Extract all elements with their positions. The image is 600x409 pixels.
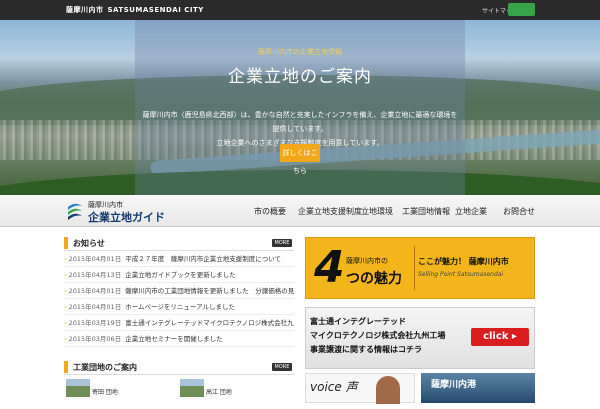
city-name-jp: 薩摩川内市 [66, 6, 104, 14]
news-heading-text: お知らせ [73, 239, 105, 248]
news-date: 2015年04月01日 [68, 255, 122, 263]
site-logo[interactable]: 薩摩川内市 企業立地ガイド [66, 198, 176, 224]
industrial-thumb-image[interactable] [66, 379, 90, 397]
hero-button[interactable]: 詳しくはこちら [280, 144, 320, 175]
news-date: 2015年03月06日 [68, 335, 122, 343]
industrial-more-button[interactable]: MORE [272, 363, 292, 371]
news-title[interactable]: 薩摩川内市の工業団地情報を更新しました 分譲価格の見直しについて [125, 287, 294, 295]
industrial-heading: 工業団地のご案内 MORE [64, 359, 294, 375]
banner-number: 4 [314, 242, 345, 293]
port-banner[interactable]: 薩摩川内港 [421, 373, 535, 403]
industrial-thumb-label[interactable]: 高江 団地 [206, 387, 232, 396]
industrial-thumb-image[interactable] [180, 379, 204, 397]
banner-text: つの魅力 [346, 271, 402, 287]
chevron-right-icon: › [64, 271, 67, 279]
nav-item-support[interactable]: 企業立地支援制度 [298, 206, 362, 217]
banner-text: Selling Point Satsumasendai [418, 271, 504, 278]
chevron-right-icon: › [64, 319, 67, 327]
nav-item-overview[interactable]: 市の概要 [254, 206, 286, 217]
news-item[interactable]: › 2015年04月13日 企業立地ガイドブックを更新しました [64, 267, 294, 283]
news-item[interactable]: › 2015年04月01日 ホームページをリニューアルしました [64, 299, 294, 315]
news-item[interactable]: ›2015年04月01日薩摩川内市の工業団地情報を更新しました 分譲価格の見直し… [64, 283, 294, 299]
news-item[interactable]: › 2015年04月01日 平成２７年度 薩摩川内市企業立地支援制度について [64, 251, 294, 267]
news-date: 2015年03月19日 [68, 319, 122, 327]
nav-item-environment[interactable]: 立地環境 [361, 206, 393, 217]
hero-description-line1: 薩摩川内市（鹿児島県北西部）は、豊かな自然と充実したインフラを備え、企業立地に最… [142, 111, 458, 133]
news-date: 2015年04月01日 [68, 303, 122, 311]
chevron-right-icon: › [64, 255, 67, 263]
main-nav: 薩摩川内市 企業立地ガイド 市の概要 企業立地支援制度 立地環境 工業団地情報 … [0, 195, 600, 227]
news-heading: お知らせ MORE [64, 235, 294, 251]
chevron-right-icon: › [64, 335, 67, 343]
heading-accent-bar [64, 361, 68, 373]
left-column: お知らせ MORE › 2015年04月01日 平成２７年度 薩摩川内市企業立地支援… [64, 235, 294, 397]
chevron-right-icon: › [64, 287, 67, 295]
news-more-button[interactable]: MORE [272, 239, 292, 247]
news-title[interactable]: 企業立地ガイドブックを更新しました [125, 271, 236, 279]
four-charms-banner[interactable]: 4 薩摩川内市の つの魅力 ここが魅力！ 薩摩川内市 Selling Point… [305, 237, 535, 299]
top-bar: 薩摩川内市 SATSUMASENDAI CITY サイトマップ [0, 0, 600, 20]
city-name-en: SATSUMASENDAI CITY [107, 6, 204, 14]
news-list: › 2015年04月01日 平成２７年度 薩摩川内市企業立地支援制度について › 20… [64, 251, 294, 347]
industrial-thumb-label[interactable]: 寄田 団地 [92, 387, 118, 396]
news-item[interactable]: › 2015年03月06日 企業立地セミナーを開催しました [64, 331, 294, 347]
logo-mark-icon [68, 203, 82, 220]
industrial-thumbs: 寄田 団地 高江 団地 [64, 379, 294, 409]
industrial-heading-text: 工業団地のご案内 [73, 363, 137, 372]
banner-text: マイクロテクノロジ株式会社九州工場 [310, 331, 446, 340]
click-button[interactable]: click ▸ [471, 328, 529, 346]
heading-accent-bar [64, 237, 68, 249]
voice-banner[interactable]: voice 声 [305, 373, 415, 404]
top-green-button[interactable] [508, 3, 535, 16]
news-item[interactable]: ›2015年03月19日富士通インテグレーテッドマイクロテクノロジ株式会社九州工… [64, 315, 294, 331]
city-name[interactable]: 薩摩川内市 SATSUMASENDAI CITY [66, 5, 204, 15]
logo-line2: 企業立地ガイド [88, 211, 165, 224]
chevron-right-icon: › [64, 303, 67, 311]
news-date: 2015年04月01日 [68, 287, 122, 295]
hero-title: 企業立地のご案内 [228, 67, 372, 87]
nav-item-contact[interactable]: お問合せ [503, 206, 535, 217]
news-title[interactable]: 企業立地セミナーを開催しました [125, 335, 223, 343]
banner-text: 富士通インテグレーテッド [310, 317, 406, 326]
banner-text: voice 声 [310, 380, 358, 394]
hero-section: 薩摩川内市の企業立地情報 企業立地のご案内 薩摩川内市（鹿児島県北西部）は、豊か… [0, 20, 600, 195]
fujitsu-banner[interactable]: 富士通インテグレーテッド マイクロテクノロジ株式会社九州工場 事業譲渡に関する情… [305, 307, 535, 369]
nav-item-companies[interactable]: 立地企業 [455, 206, 487, 217]
industrial-section: 工業団地のご案内 MORE 寄田 団地 高江 団地 [64, 359, 294, 397]
banner-text: 薩摩川内港 [431, 380, 477, 390]
banner-text: 薩摩川内市の [346, 257, 388, 265]
nav-item-industrial-park[interactable]: 工業団地情報 [402, 206, 450, 217]
hero-subtitle: 薩摩川内市の企業立地情報 [258, 48, 342, 56]
news-title[interactable]: 平成２７年度 薩摩川内市企業立地支援制度について [125, 255, 281, 263]
news-title[interactable]: 富士通インテグレーテッドマイクロテクノロジ株式会社九州工場事業譲渡に関する情報に… [125, 319, 294, 327]
news-date: 2015年04月13日 [68, 271, 122, 279]
banner-text: ここが魅力！ 薩摩川内市 [418, 257, 509, 266]
news-title[interactable]: ホームページをリニューアルしました [125, 303, 235, 311]
banner-divider [414, 246, 415, 290]
banner-text: 事業譲渡に関する情報はコチラ [310, 345, 422, 354]
